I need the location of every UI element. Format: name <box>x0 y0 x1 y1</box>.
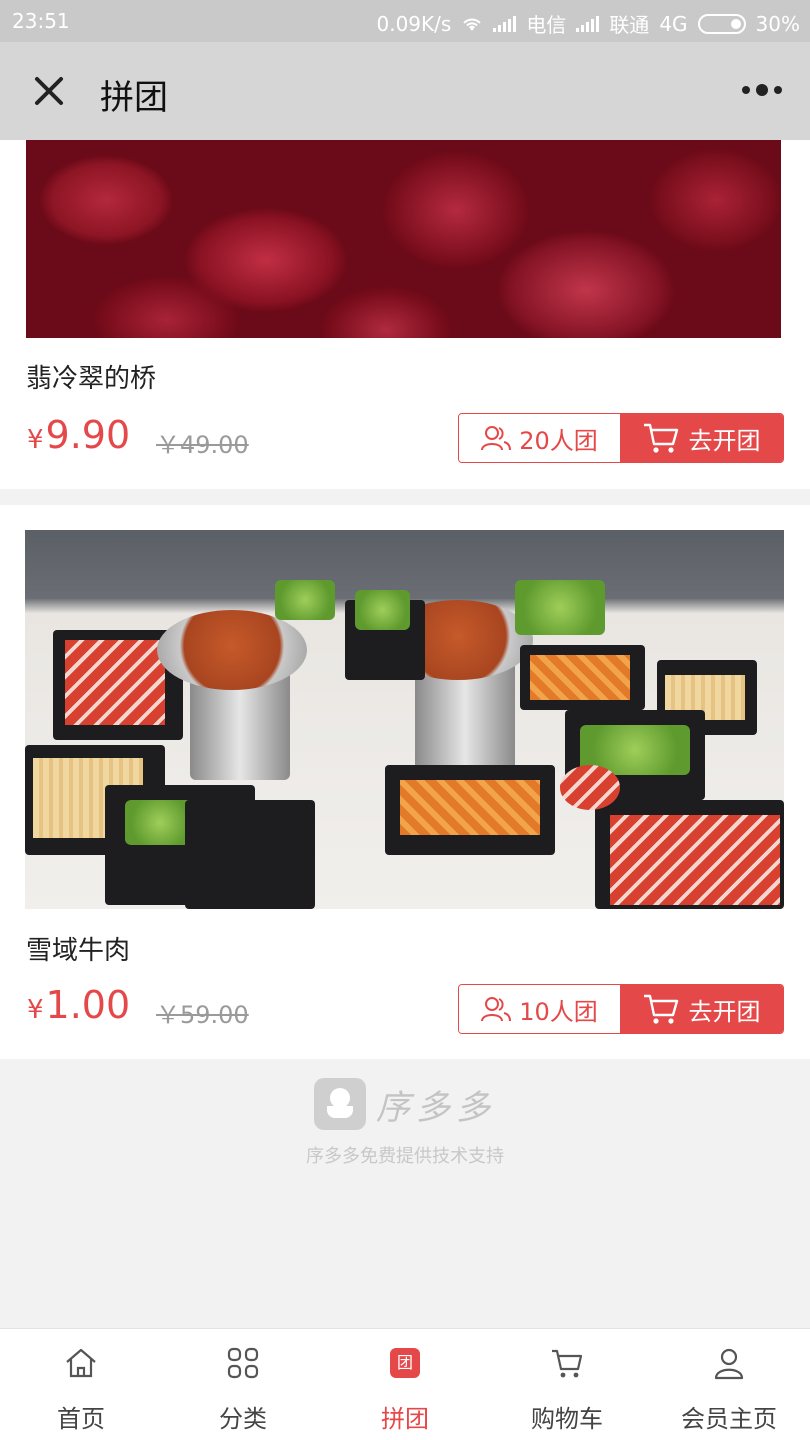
group-price: ¥9.90 <box>27 413 130 457</box>
carrier-1: 电信 <box>526 13 567 37</box>
tab-category[interactable]: 分类 <box>162 1329 324 1440</box>
status-bar: 23:51 0.09K/s 电信 联通 4G 30% <box>0 0 810 42</box>
price-value: 1.00 <box>45 983 131 1027</box>
status-right: 0.09K/s 电信 联通 4G 30% <box>377 9 801 38</box>
group-size-button[interactable]: 20人团 <box>459 414 620 462</box>
tab-cart[interactable]: 购物车 <box>486 1329 648 1440</box>
users-icon <box>481 426 512 451</box>
close-icon[interactable] <box>28 70 70 112</box>
product-name[interactable]: 雪域牛肉 <box>26 930 130 967</box>
tab-label: 会员主页 <box>681 1405 777 1433</box>
currency-symbol: ¥ <box>27 425 44 455</box>
battery-level: 30% <box>755 11 800 36</box>
tab-label: 分类 <box>219 1405 267 1433</box>
title-bar: 拼团 <box>0 42 810 140</box>
users-icon <box>481 997 512 1022</box>
group-size-label: 10人团 <box>519 997 598 1026</box>
page-title: 拼团 <box>100 78 168 118</box>
group-badge-icon: 团 <box>390 1348 420 1378</box>
open-group-label: 去开团 <box>688 997 761 1026</box>
currency-symbol: ¥ <box>27 995 44 1025</box>
footer-brand: 序多多 序多多免费提供技术支持 <box>0 1078 810 1168</box>
brand-name: 序多多 <box>376 1087 496 1128</box>
group-buy-actions: 20人团 去开团 <box>458 413 784 463</box>
open-group-button[interactable]: 去开团 <box>620 985 783 1033</box>
carrier-2: 联通 <box>609 13 650 37</box>
tab-label: 拼团 <box>381 1405 429 1433</box>
group-size-label: 20人团 <box>519 426 598 455</box>
open-group-label: 去开团 <box>688 426 761 455</box>
more-options-icon[interactable] <box>742 82 782 98</box>
user-icon <box>714 1348 744 1380</box>
brand-tagline: 序多多免费提供技术支持 <box>306 1146 504 1167</box>
cart-icon <box>552 1349 583 1378</box>
tab-home[interactable]: 首页 <box>0 1329 162 1440</box>
bottom-tabbar: 首页 分类 团 拼团 购物车 会员主页 <box>0 1328 810 1440</box>
group-size-button[interactable]: 10人团 <box>459 985 620 1033</box>
grid-icon <box>227 1347 259 1379</box>
brand-row: 序多多 <box>0 1078 810 1130</box>
product-card[interactable]: 雪域牛肉 ¥1.00 ￥59.00 10人团 去开团 <box>0 505 810 1059</box>
cart-icon <box>643 423 678 453</box>
group-price: ¥1.00 <box>27 983 130 1027</box>
tab-label: 首页 <box>57 1405 105 1433</box>
status-time: 23:51 <box>12 9 70 33</box>
product-image[interactable] <box>25 530 784 909</box>
original-price: ￥59.00 <box>156 1001 249 1029</box>
tab-group-buy[interactable]: 团 拼团 <box>324 1329 486 1440</box>
signal-icon <box>493 15 517 32</box>
wifi-icon <box>463 18 482 31</box>
brand-logo-icon <box>314 1078 366 1130</box>
original-price: ￥49.00 <box>156 431 249 459</box>
cart-icon <box>643 994 678 1024</box>
price-value: 9.90 <box>45 413 131 457</box>
tab-member[interactable]: 会员主页 <box>648 1329 810 1440</box>
tab-label: 购物车 <box>531 1405 603 1433</box>
product-image[interactable] <box>26 140 781 338</box>
group-buy-actions: 10人团 去开团 <box>458 984 784 1034</box>
home-icon <box>66 1348 96 1378</box>
battery-icon <box>697 13 746 34</box>
product-card[interactable]: 翡冷翠的桥 ¥9.90 ￥49.00 20人团 去开团 <box>0 140 810 489</box>
network-speed: 0.09K/s <box>376 11 452 36</box>
open-group-button[interactable]: 去开团 <box>620 414 783 462</box>
network-type: 4G <box>659 11 688 36</box>
product-name[interactable]: 翡冷翠的桥 <box>26 358 156 395</box>
signal-icon-2 <box>576 15 600 32</box>
